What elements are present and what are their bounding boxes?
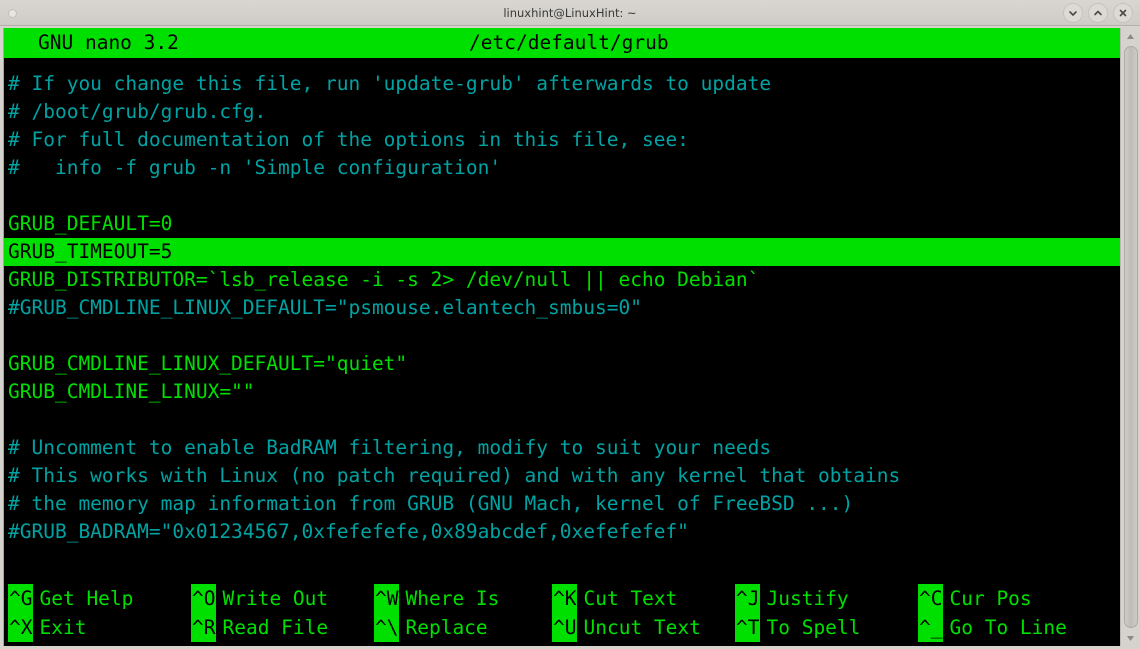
- window-title: linuxhint@LinuxHint: ~: [503, 5, 637, 20]
- shortcut-label: Cut Text: [583, 587, 678, 610]
- nano-version-label: GNU nano 3.2: [38, 31, 179, 54]
- shortcut-to-spell[interactable]: ^T To Spell: [735, 613, 860, 642]
- shortcut-label: Exit: [39, 616, 87, 639]
- shortcut-key: ^C: [918, 584, 944, 613]
- shortcut-key: ^K: [552, 584, 578, 613]
- nano-shortcut-footer: ^G Get Help ^O Write Out ^W Where Is ^K Cut Tex…: [4, 584, 1120, 646]
- editor-line[interactable]: GRUB_TIMEOUT=5: [4, 238, 1120, 266]
- editor-line[interactable]: #GRUB_CMDLINE_LINUX_DEFAULT="psmouse.ela…: [4, 294, 1120, 322]
- shortcut-where-is[interactable]: ^W Where Is: [374, 584, 499, 613]
- terminal-body: GNU nano 3.2 /etc/default/grub # If you …: [0, 26, 1140, 649]
- shortcut-key: ^\: [374, 613, 400, 642]
- editor-line[interactable]: # For full documentation of the options …: [4, 126, 1120, 154]
- editor-line[interactable]: GRUB_DISTRIBUTOR=`lsb_release -i -s 2> /…: [4, 266, 1120, 294]
- editor-line[interactable]: # info -f grub -n 'Simple configuration': [4, 154, 1120, 182]
- shortcut-exit[interactable]: ^X Exit: [8, 613, 86, 642]
- shortcut-row-2: ^X Exit ^R Read File ^\ Replace ^U Uncut Text ^T…: [4, 613, 1120, 642]
- editor-line[interactable]: # the memory map information from GRUB (…: [4, 490, 1120, 518]
- shortcut-justify[interactable]: ^J Justify: [735, 584, 849, 613]
- window-titlebar[interactable]: linuxhint@LinuxHint: ~: [0, 0, 1140, 26]
- shortcut-label: Uncut Text: [583, 616, 701, 639]
- editor-blank-line[interactable]: [4, 322, 1120, 350]
- minimize-button[interactable]: [1063, 3, 1083, 23]
- shortcut-key: ^G: [8, 584, 34, 613]
- shortcut-write-out[interactable]: ^O Write Out: [191, 584, 328, 613]
- editor-line[interactable]: GRUB_CMDLINE_LINUX_DEFAULT="quiet": [4, 350, 1120, 378]
- terminal-screen[interactable]: GNU nano 3.2 /etc/default/grub # If you …: [3, 28, 1120, 646]
- shortcut-key: ^U: [552, 613, 578, 642]
- editor-line[interactable]: GRUB_DEFAULT=0: [4, 210, 1120, 238]
- shortcut-label: Where Is: [405, 587, 500, 610]
- close-button[interactable]: [1113, 3, 1133, 23]
- shortcut-uncut-text[interactable]: ^U Uncut Text: [552, 613, 701, 642]
- nano-filename-label: /etc/default/grub: [469, 31, 669, 54]
- shortcut-key: ^O: [191, 584, 217, 613]
- editor-blank-line[interactable]: [4, 182, 1120, 210]
- editor-line[interactable]: # /boot/grub/grub.cfg.: [4, 98, 1120, 126]
- shortcut-key: ^W: [374, 584, 400, 613]
- shortcut-key: ^_: [918, 613, 944, 642]
- nano-editor-area[interactable]: # If you change this file, run 'update-g…: [4, 58, 1120, 584]
- shortcut-read-file[interactable]: ^R Read File: [191, 613, 328, 642]
- shortcut-key: ^T: [735, 613, 761, 642]
- shortcut-label: Get Help: [39, 587, 134, 610]
- window-controls: [1063, 3, 1133, 23]
- shortcut-cut-text[interactable]: ^K Cut Text: [552, 584, 677, 613]
- shortcut-cur-pos[interactable]: ^C Cur Pos: [918, 584, 1032, 613]
- terminal-scrollbar[interactable]: [1120, 28, 1140, 646]
- nano-header-bar: GNU nano 3.2 /etc/default/grub: [4, 28, 1120, 58]
- shortcut-label: Justify: [766, 587, 849, 610]
- window-menu-dot[interactable]: [8, 9, 17, 18]
- terminal-window: linuxhint@LinuxHint: ~ GNU nano 3.2 /etc…: [0, 0, 1140, 649]
- scrollbar-thumb[interactable]: [1123, 46, 1138, 628]
- shortcut-key: ^X: [8, 613, 34, 642]
- editor-line[interactable]: GRUB_CMDLINE_LINUX="": [4, 378, 1120, 406]
- shortcut-label: Write Out: [222, 587, 329, 610]
- maximize-button[interactable]: [1088, 3, 1108, 23]
- shortcut-label: Go To Line: [949, 616, 1067, 639]
- shortcut-label: To Spell: [766, 616, 861, 639]
- editor-line[interactable]: # If you change this file, run 'update-g…: [4, 70, 1120, 98]
- shortcut-get-help[interactable]: ^G Get Help: [8, 584, 133, 613]
- editor-line[interactable]: # This works with Linux (no patch requir…: [4, 462, 1120, 490]
- shortcut-key: ^J: [735, 584, 761, 613]
- shortcut-label: Cur Pos: [949, 587, 1032, 610]
- editor-blank-line[interactable]: [4, 406, 1120, 434]
- editor-line[interactable]: # Uncomment to enable BadRAM filtering, …: [4, 434, 1120, 462]
- scroll-up-arrow-icon[interactable]: [1123, 29, 1139, 43]
- editor-line[interactable]: #GRUB_BADRAM="0x01234567,0xfefefefe,0x89…: [4, 518, 1120, 546]
- scrollbar-track[interactable]: [1123, 44, 1138, 630]
- scroll-down-arrow-icon[interactable]: [1123, 631, 1139, 645]
- shortcut-go-to-line[interactable]: ^_ Go To Line: [918, 613, 1067, 642]
- shortcut-key: ^R: [191, 613, 217, 642]
- shortcut-row-1: ^G Get Help ^O Write Out ^W Where Is ^K Cut Tex…: [4, 584, 1120, 613]
- shortcut-label: Read File: [222, 616, 329, 639]
- shortcut-replace[interactable]: ^\ Replace: [374, 613, 488, 642]
- shortcut-label: Replace: [405, 616, 488, 639]
